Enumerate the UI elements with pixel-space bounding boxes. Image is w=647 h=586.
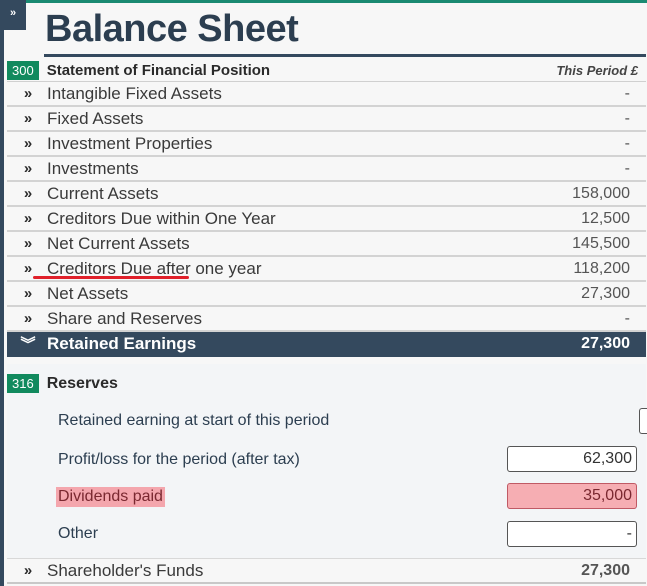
row-label: Investments [47,158,139,178]
double-chevron-right-icon: » [23,562,33,579]
row-intangible-fixed-assets[interactable]: » Intangible Fixed Assets - [7,82,646,107]
reserves-section: 316 Reserves Retained earning at start o… [7,364,647,559]
row-value: 27,300 [581,561,630,579]
statement-code-badge: 300 [7,60,39,80]
sidebar-toggle-button[interactable]: » [0,0,26,30]
row-label: Creditors Due within One Year [47,208,276,228]
row-shareholders-funds[interactable]: » Shareholder's Funds 27,300 [7,559,646,584]
row-creditors-due-within-one-year[interactable]: » Creditors Due within One Year 12,500 [7,207,646,232]
row-label: Intangible Fixed Assets [47,83,222,103]
statement-title: Statement of Financial Position [46,61,271,79]
double-chevron-right-icon: » [23,85,33,102]
double-chevron-right-icon: » [9,7,17,19]
row-label: Shareholder's Funds [47,560,204,580]
double-chevron-right-icon: » [23,135,33,152]
row-current-assets[interactable]: » Current Assets 158,000 [7,182,646,207]
reserves-code-badge: 316 [7,374,39,393]
title-divider [44,54,646,57]
column-header-this-period: This Period £ [556,62,638,78]
row-investment-properties[interactable]: » Investment Properties - [7,132,646,157]
double-chevron-right-icon: » [23,260,33,277]
row-label: Investment Properties [47,133,213,153]
row-label: Retained Earnings [47,333,197,353]
row-value: - [624,159,630,177]
double-chevron-right-icon: » [23,185,33,202]
row-value: 27,300 [581,334,630,352]
statement-header: 300 Statement of Financial Position This… [7,59,646,82]
double-chevron-right-icon: » [23,210,33,227]
balance-sheet-rows: » Intangible Fixed Assets - » Fixed Asse… [7,82,646,357]
left-rail [0,0,4,586]
row-value: - [624,309,630,327]
row-label: Share and Reserves [47,308,202,328]
row-value: 145,500 [572,234,630,252]
row-investments[interactable]: » Investments - [7,157,646,182]
row-value: 158,000 [572,184,630,202]
profit-loss-input[interactable] [507,446,637,472]
reserves-header: 316 Reserves [7,374,118,393]
row-fixed-assets[interactable]: » Fixed Assets - [7,107,646,132]
line-label-profit-loss: Profit/loss for the period (after tax) [58,451,300,468]
row-label: Net Assets [47,283,129,303]
row-net-current-assets[interactable]: » Net Current Assets 145,500 [7,232,646,257]
dividends-paid-input[interactable] [507,483,637,509]
row-value: 12,500 [581,209,630,227]
row-retained-earnings[interactable]: ︾ Retained Earnings 27,300 [7,332,646,357]
other-input[interactable] [507,521,637,547]
row-label: Current Assets [47,183,159,203]
row-value: 27,300 [581,284,630,302]
row-net-assets[interactable]: » Net Assets 27,300 [7,282,646,307]
double-chevron-right-icon: » [23,110,33,127]
double-chevron-right-icon: » [23,160,33,177]
row-value: - [624,84,630,102]
red-underline-annotation [33,276,189,279]
double-chevron-right-icon: » [23,310,33,327]
row-value: - [624,109,630,127]
page-title: Balance Sheet [45,8,299,50]
row-label: Net Current Assets [47,233,190,253]
row-value: - [624,134,630,152]
double-chevron-right-icon: » [23,285,33,302]
line-label-other: Other [58,525,99,542]
row-share-and-reserves[interactable]: » Share and Reserves - [7,307,646,332]
row-value: 118,200 [573,259,630,277]
retained-earning-start-input[interactable] [639,408,647,434]
row-label: Fixed Assets [47,108,144,128]
double-chevron-down-icon: ︾ [20,336,36,353]
line-label-dividends-paid: Dividends paid [56,487,165,507]
double-chevron-right-icon: » [23,235,33,252]
reserves-title: Reserves [46,374,118,392]
line-label-retained-earning-start: Retained earning at start of this period [58,412,330,429]
